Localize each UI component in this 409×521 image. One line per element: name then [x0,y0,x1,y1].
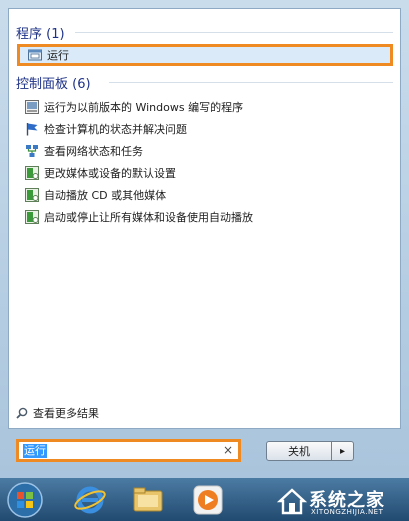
start-menu: 程序 (1) 运行 控制面板 (6) 运行为以前版本的 Windows 编写的程… [0,0,409,478]
result-run-label: 运行 [47,49,69,62]
shutdown-options-button[interactable]: ▸ [332,441,354,461]
start-orb-icon[interactable] [6,481,44,519]
watermark-url: XITONGZHIJIA.NET [311,508,384,516]
result-run[interactable]: 运行 [17,44,393,66]
network-icon [26,145,38,157]
see-more-results-link[interactable]: 查看更多结果 [16,404,99,422]
autoplay-icon [25,210,39,224]
house-logo-icon [277,488,307,515]
programs-group-header[interactable]: 程序 (1) [16,23,65,42]
chevron-right-icon: ▸ [339,445,346,457]
watermark: 系统之家 XITONGZHIJIA.NET [275,484,403,518]
cp-item-network-status[interactable]: 查看网络状态和任务 [25,141,143,161]
cp-item-label: 运行为以前版本的 Windows 编写的程序 [44,101,244,114]
cp-item-check-status[interactable]: 检查计算机的状态并解决问题 [25,119,187,139]
cp-item-label: 自动播放 CD 或其他媒体 [44,189,167,202]
cp-item-label: 检查计算机的状态并解决问题 [44,123,187,136]
cp-item-media-defaults[interactable]: 更改媒体或设备的默认设置 [25,163,176,183]
cp-item-autoplay-cd[interactable]: 自动播放 CD 或其他媒体 [25,185,166,205]
search-input-value[interactable]: 运行 [23,443,47,458]
clear-search-icon[interactable]: × [223,443,233,458]
action-center-flag-icon [26,123,38,136]
media-player-icon[interactable] [190,482,226,518]
cp-item-label: 查看网络状态和任务 [44,145,143,158]
autoplay-icon [25,166,39,180]
shutdown-control: 关机 ▸ [266,441,356,461]
cp-item-label: 启动或停止让所有媒体和设备使用自动播放 [44,211,253,224]
cp-item-compatibility[interactable]: 运行为以前版本的 Windows 编写的程序 [25,97,243,117]
autoplay-icon [25,188,39,202]
compatibility-icon [25,100,39,114]
search-input[interactable]: 运行 × [16,439,241,462]
control-panel-divider [109,82,393,83]
programs-divider [75,32,393,33]
cp-item-autoplay-toggle[interactable]: 启动或停止让所有媒体和设备使用自动播放 [25,207,253,227]
internet-explorer-icon[interactable] [72,482,108,518]
control-panel-group-header[interactable]: 控制面板 (6) [16,73,91,92]
run-icon [28,49,42,61]
see-more-results-label: 查看更多结果 [33,407,99,420]
cp-item-label: 更改媒体或设备的默认设置 [44,167,176,180]
search-icon [16,407,28,419]
search-results-panel: 程序 (1) 运行 控制面板 (6) 运行为以前版本的 Windows 编写的程… [8,8,401,429]
explorer-folder-icon[interactable] [130,482,166,518]
shutdown-button[interactable]: 关机 [266,441,332,461]
